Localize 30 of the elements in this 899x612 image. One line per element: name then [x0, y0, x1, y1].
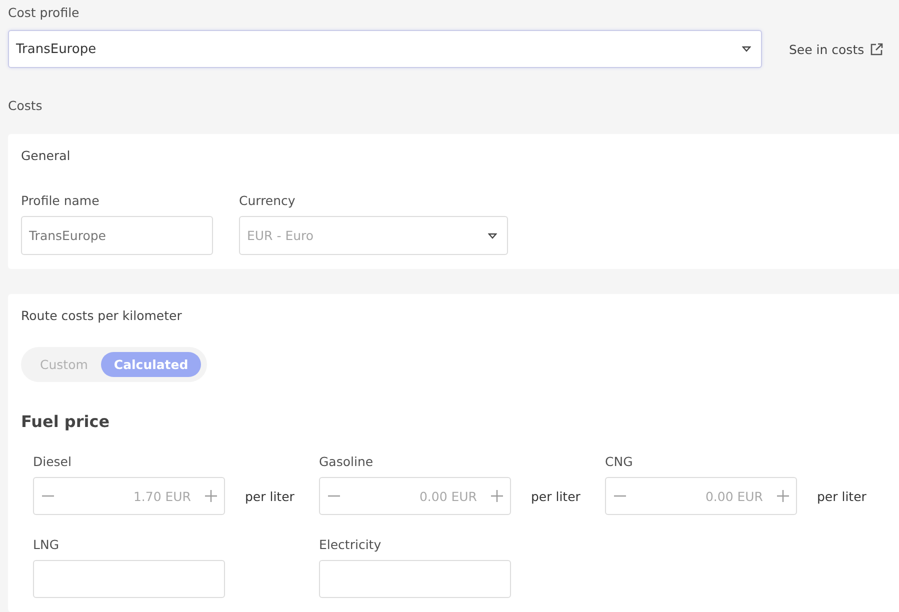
field-label: Gasoline	[319, 454, 374, 469]
caret-icon	[488, 232, 497, 238]
external-link-icon	[870, 42, 884, 56]
field-label: Electricity	[319, 537, 382, 552]
plus-icon[interactable]	[777, 490, 789, 502]
mode-option[interactable]: Calculated	[100, 352, 202, 377]
field-label: LNG	[33, 537, 60, 552]
unit-label: per liter	[531, 488, 580, 504]
field-label: Profile name	[21, 193, 100, 208]
currency-select[interactable]: EUR - Euro	[239, 216, 508, 255]
caret-icon	[742, 46, 751, 52]
plus-icon[interactable]	[491, 490, 503, 502]
section-heading: Fuel price	[21, 412, 111, 431]
card-title: Route costs per kilometer	[21, 308, 183, 323]
field-label: Cost profile	[8, 5, 80, 20]
field-label: Diesel	[33, 454, 72, 469]
input-field[interactable]: TransEurope	[21, 216, 213, 255]
mode-option[interactable]: Custom	[27, 352, 101, 377]
plus-icon[interactable]	[205, 490, 217, 502]
see-in-costs-link[interactable]: See in costs	[789, 42, 884, 56]
profile-select[interactable]: TransEurope	[8, 30, 762, 68]
card-title: General	[21, 148, 72, 163]
field-label: Currency	[239, 193, 296, 208]
unit-label: per liter	[245, 488, 294, 504]
number-stepper[interactable]: 0.00 EUR	[605, 477, 797, 515]
number-stepper[interactable]: 0.00 EUR	[319, 477, 511, 515]
number-stepper[interactable]: 1.70 EUR	[33, 477, 225, 515]
section-heading: Costs	[8, 98, 42, 113]
field-label: CNG	[605, 454, 634, 469]
unit-label: per liter	[817, 488, 866, 504]
